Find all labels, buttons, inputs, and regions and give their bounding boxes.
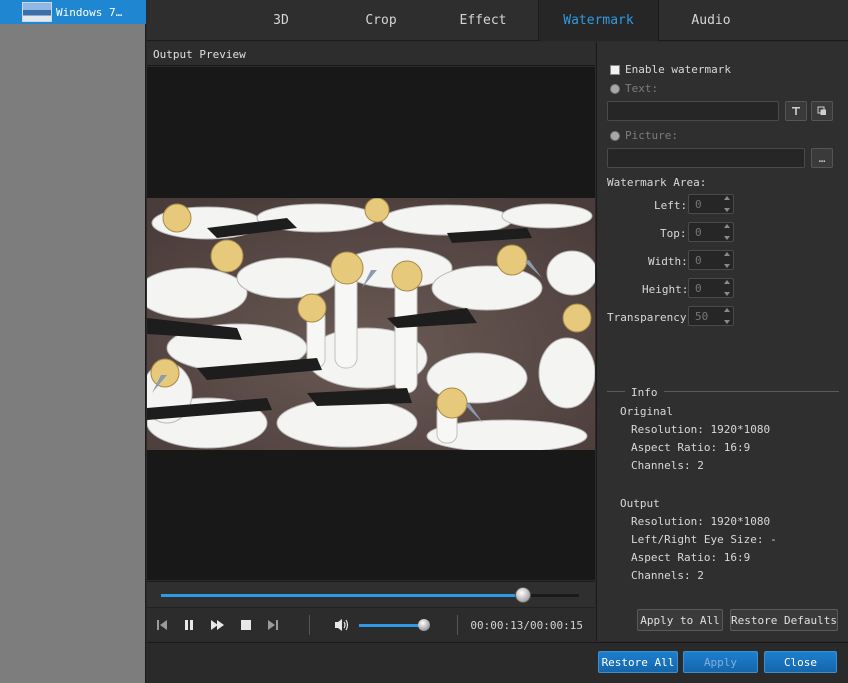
file-list-panel: Windows 7… — [0, 0, 146, 683]
previous-frame-button[interactable] — [153, 616, 171, 634]
skip-forward-icon — [268, 620, 278, 630]
volume-slider[interactable] — [359, 619, 430, 631]
file-thumbnail — [22, 2, 52, 22]
pause-icon — [185, 620, 193, 630]
transparency-label: Transparency: — [607, 311, 694, 324]
picture-path-input[interactable] — [607, 148, 805, 168]
left-value: 0 — [695, 198, 702, 211]
transparency-value: 50 — [695, 310, 709, 323]
watermark-settings-panel: Enable watermark Text: Picture: … Waterm… — [596, 42, 848, 641]
bottom-action-bar: Restore All Apply Close — [147, 642, 848, 683]
close-button[interactable]: Close — [764, 651, 837, 673]
video-frame — [147, 198, 595, 450]
left-label: Left: — [654, 199, 688, 212]
top-spinbox[interactable]: 0 — [688, 222, 734, 242]
enable-watermark-label: Enable watermark — [625, 63, 731, 76]
seek-track[interactable] — [161, 587, 579, 603]
time-display: 00:00:13/00:00:15 — [470, 619, 583, 632]
tab-watermark[interactable]: Watermark — [538, 0, 659, 41]
width-value: 0 — [695, 254, 702, 267]
spin-up-icon[interactable] — [723, 308, 730, 312]
tab-crop[interactable]: Crop — [345, 0, 417, 41]
enable-watermark-checkbox[interactable] — [610, 65, 620, 75]
preview-header: Output Preview — [147, 42, 595, 66]
video-frame-image — [147, 198, 595, 450]
control-divider — [457, 615, 458, 635]
tab-bar: 3D Crop Effect Watermark Audio — [147, 0, 848, 41]
spin-down-icon[interactable] — [723, 292, 730, 296]
preview-title: Output Preview — [153, 48, 246, 61]
text-style-button[interactable] — [785, 101, 807, 121]
picture-option-label: Picture: — [625, 129, 678, 142]
height-label: Height: — [642, 283, 689, 296]
volume-level — [359, 624, 424, 627]
next-frame-button[interactable] — [264, 616, 282, 634]
text-option-label: Text: — [625, 82, 659, 95]
spin-down-icon[interactable] — [723, 236, 730, 240]
tab-audio[interactable]: Audio — [675, 0, 747, 41]
speaker-icon — [335, 619, 349, 631]
apply-button[interactable]: Apply — [683, 651, 758, 673]
browse-picture-button[interactable]: … — [811, 148, 833, 168]
fast-forward-button[interactable] — [209, 616, 227, 634]
watermark-text-input[interactable] — [607, 101, 779, 121]
playback-controls: 00:00:13/00:00:15 — [147, 607, 595, 641]
file-list-item[interactable]: Windows 7… — [0, 0, 146, 24]
text-format-icon — [792, 107, 800, 115]
width-label: Width: — [648, 255, 688, 268]
spin-up-icon[interactable] — [723, 224, 730, 228]
text-option-radio[interactable] — [610, 84, 620, 94]
text-copy-button[interactable] — [811, 101, 833, 121]
mute-button[interactable] — [333, 616, 351, 634]
info-title: Info — [625, 386, 664, 399]
output-aspect-ratio: Aspect Ratio: 16:9 — [631, 551, 751, 564]
stop-button[interactable] — [237, 616, 255, 634]
control-divider — [309, 615, 310, 635]
spin-up-icon[interactable] — [723, 280, 730, 284]
output-resolution: Resolution: 1920*1080 — [631, 515, 771, 528]
apply-to-all-button[interactable]: Apply to All — [637, 609, 723, 631]
spin-up-icon[interactable] — [723, 196, 730, 200]
spin-down-icon[interactable] — [723, 208, 730, 212]
tab-3d[interactable]: 3D — [245, 0, 317, 41]
original-resolution: Resolution: 1920*1080 — [631, 423, 771, 436]
output-eye-size: Left/Right Eye Size: - — [631, 533, 777, 546]
stop-icon — [241, 620, 251, 630]
skip-back-icon — [157, 620, 167, 630]
seek-bar[interactable] — [147, 581, 595, 607]
original-heading: Original — [620, 405, 673, 418]
height-spinbox[interactable]: 0 — [688, 278, 734, 298]
restore-defaults-button[interactable]: Restore Defaults — [730, 609, 838, 631]
spin-up-icon[interactable] — [723, 252, 730, 256]
watermark-area-label: Watermark Area: — [607, 176, 707, 189]
restore-all-button[interactable]: Restore All — [598, 651, 678, 673]
left-spinbox[interactable]: 0 — [688, 194, 734, 214]
spin-down-icon[interactable] — [723, 264, 730, 268]
copy-icon — [817, 106, 826, 115]
output-heading: Output — [620, 497, 660, 510]
top-label: Top: — [660, 227, 687, 240]
seek-handle[interactable] — [514, 587, 531, 603]
picture-option-radio[interactable] — [610, 131, 620, 141]
top-value: 0 — [695, 226, 702, 239]
width-spinbox[interactable]: 0 — [688, 250, 734, 270]
volume-handle[interactable] — [417, 619, 430, 631]
original-channels: Channels: 2 — [631, 459, 704, 472]
spin-down-icon[interactable] — [723, 320, 730, 324]
height-value: 0 — [695, 282, 702, 295]
file-name: Windows 7… — [56, 5, 123, 19]
pause-button[interactable] — [180, 616, 198, 634]
fast-forward-icon — [211, 620, 224, 630]
tab-effect[interactable]: Effect — [447, 0, 519, 41]
transparency-spinbox[interactable]: 50 — [688, 306, 734, 326]
preview-screen — [147, 67, 595, 580]
original-aspect-ratio: Aspect Ratio: 16:9 — [631, 441, 751, 454]
output-channels: Channels: 2 — [631, 569, 704, 582]
seek-progress — [161, 594, 523, 597]
